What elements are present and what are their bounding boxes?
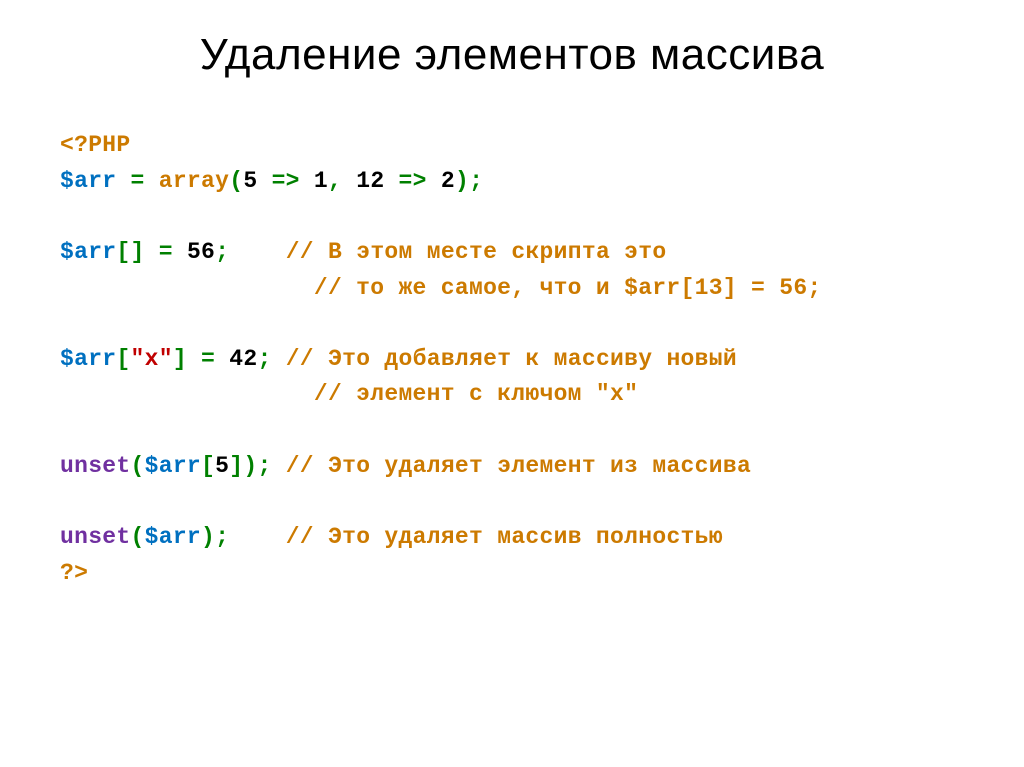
code-block: <?PHP $arr = array(5 => 1, 12 => 2); $ar… [60,128,964,591]
num-56: 56 [187,239,215,265]
func-array: array [159,168,230,194]
comma: , [328,168,356,194]
var-arr: $arr [60,239,116,265]
rbracket: ] [229,453,243,479]
rparen: ) [455,168,469,194]
comment: // то же самое, что и $arr[13] = 56; [314,275,822,301]
var-arr: $arr [60,168,116,194]
semicolon: ; [469,168,483,194]
comment: // Это удаляет элемент из массива [272,453,751,479]
num-2: 2 [441,168,455,194]
op-eq: = [145,239,187,265]
brackets: [] [116,239,144,265]
var-arr: $arr [145,524,201,550]
lparen: ( [131,524,145,550]
comment: // В этом месте скрипта это [286,239,667,265]
comment: // Это добавляет к массиву новый [272,346,737,372]
op-arrow: => [384,168,440,194]
num-12: 12 [356,168,384,194]
php-close-tag: ?> [60,560,88,586]
rbracket: ] [173,346,187,372]
semicolon: ; [257,453,271,479]
num-1: 1 [314,168,328,194]
num-5: 5 [215,453,229,479]
comment: // Это удаляет массив полностью [286,524,723,550]
pad [229,524,285,550]
semicolon: ; [215,239,229,265]
num-5: 5 [243,168,257,194]
lparen: ( [229,168,243,194]
pad [229,239,285,265]
var-arr: $arr [60,346,116,372]
var-arr: $arr [145,453,201,479]
rparen: ) [243,453,257,479]
lbracket: [ [201,453,215,479]
php-open-tag: <?PHP [60,132,131,158]
semicolon: ; [215,524,229,550]
lparen: ( [131,453,145,479]
slide-title: Удаление элементов массива [60,30,964,80]
num-42: 42 [229,346,257,372]
op-eq: = [187,346,229,372]
op-eq: = [116,168,158,194]
rparen: ) [201,524,215,550]
lbracket: [ [116,346,130,372]
semicolon: ; [257,346,271,372]
op-arrow: => [257,168,313,194]
str-x: "x" [131,346,173,372]
func-unset: unset [60,524,131,550]
func-unset: unset [60,453,131,479]
comment: // элемент с ключом "x" [314,381,638,407]
